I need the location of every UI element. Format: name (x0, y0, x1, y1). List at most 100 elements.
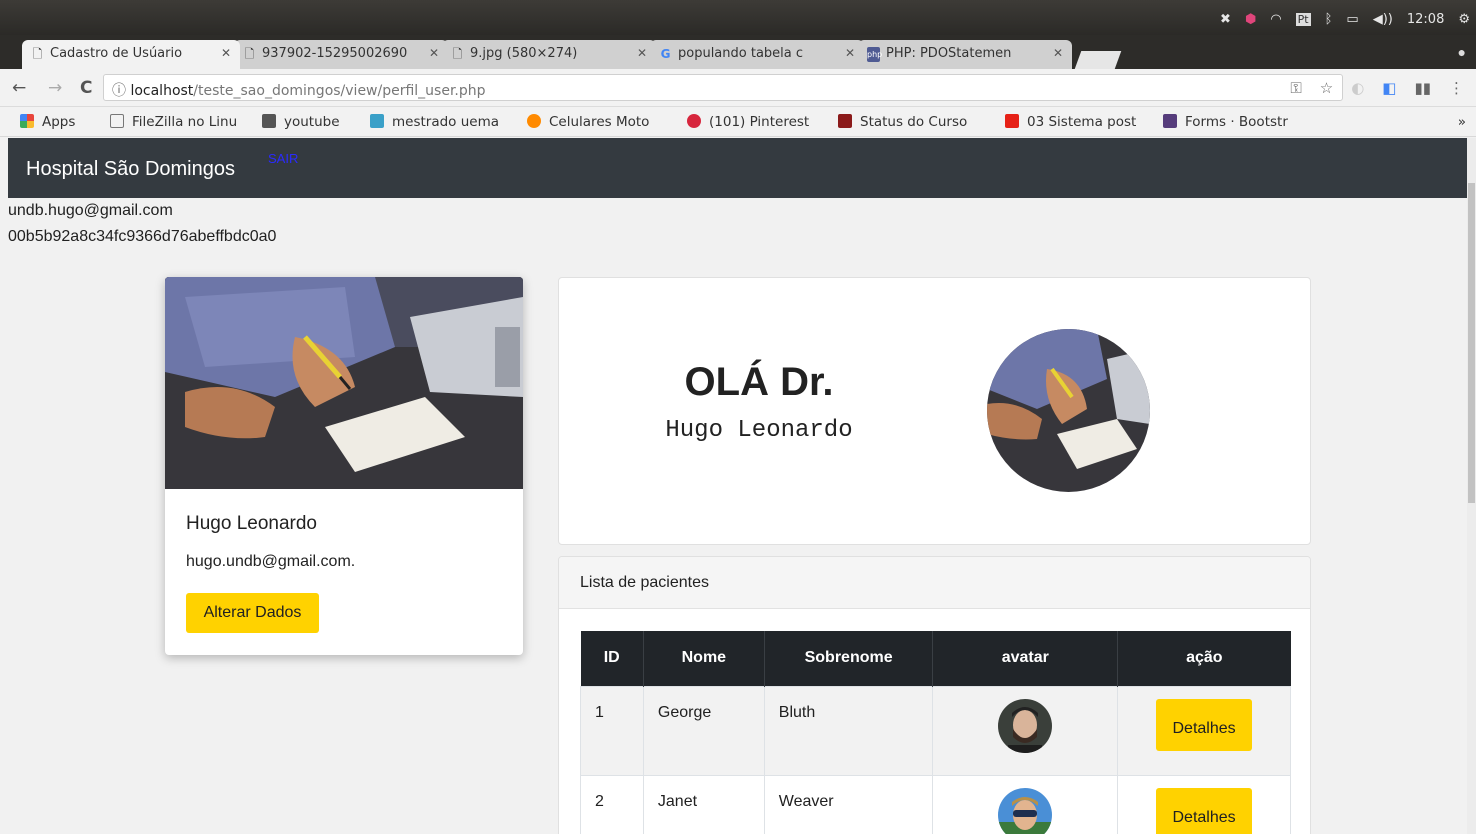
apps-grid-icon (20, 114, 34, 128)
patient-list-card: Lista de pacientes ID Nome Sobrenome ava… (558, 556, 1311, 834)
system-tray: ✖ ⬢ ◠ Pt ᛒ ▭ ◀)) 12:08 ⚙ (1220, 12, 1470, 27)
app-indicator-icon[interactable]: ⬢ (1245, 12, 1256, 27)
profile-email: hugo.undb@gmail.com. (186, 553, 356, 570)
tab-image-2[interactable]: 🗋 9.jpg (580×274) ✕ (442, 40, 656, 69)
bookmark-label: youtube (284, 114, 340, 130)
greeting-card: OLÁ Dr. Hugo Leonardo (558, 277, 1311, 545)
tab-title: PHP: PDOStatemen (886, 46, 1012, 61)
profile-cover-photo (165, 277, 523, 489)
page-scrollbar[interactable] (1467, 138, 1476, 834)
clock[interactable]: 12:08 (1407, 12, 1444, 27)
column-header-acao: ação (1117, 631, 1291, 686)
bookmark-label: Apps (42, 114, 76, 130)
column-header-sobrenome: Sobrenome (764, 631, 934, 686)
tab-title: 9.jpg (580×274) (470, 46, 578, 61)
details-button[interactable]: Detalhes (1156, 698, 1253, 751)
url-host: localhost (130, 83, 194, 99)
bookmark-sistema-post[interactable]: 03 Sistema post (1005, 114, 1136, 130)
celulares-icon (527, 114, 541, 128)
cell-nome: George (642, 685, 765, 776)
bookmark-label: mestrado uema (392, 114, 500, 130)
php-icon: php (867, 47, 882, 62)
reload-icon[interactable]: C (80, 78, 92, 98)
close-tab-icon[interactable]: ✕ (429, 46, 439, 60)
key-icon[interactable]: ⚿ (1290, 79, 1301, 97)
bookmark-label: 03 Sistema post (1027, 114, 1137, 130)
new-tab-button[interactable] (1074, 51, 1122, 69)
more-bookmarks-icon[interactable]: » (1458, 114, 1466, 130)
greeting-name: Hugo Leonardo (665, 417, 853, 444)
page-icon: 🗋 (452, 47, 463, 61)
cell-avatar (932, 685, 1119, 776)
session-hash: 00b5b92a8c34fc9366d76abeffbdc0a0 (8, 228, 277, 245)
wifi-icon[interactable]: ◠ (1270, 12, 1281, 27)
star-bookmark-icon[interactable]: ☆ (1320, 79, 1333, 97)
page-content: Hospital São Domingos SAIR undb.hugo@gma… (0, 138, 1467, 834)
tab-title: populando tabela c (678, 46, 804, 61)
tab-google-search[interactable]: G populando tabela c ✕ (650, 40, 864, 69)
cell-nome: Janet (642, 774, 765, 834)
bootstrap-icon (1163, 114, 1177, 128)
forward-arrow-icon[interactable]: → (48, 78, 62, 98)
patient-avatar (998, 787, 1053, 834)
bookmark-celulares[interactable]: Celulares Moto (527, 114, 649, 130)
browser-toolbar: ← → C ⓘ localhost/teste_sao_domingos/vie… (0, 69, 1476, 107)
bookmark-apps[interactable]: Apps (20, 114, 75, 130)
bookmark-bootstrap-forms[interactable]: Forms · Bootstr (1163, 114, 1288, 130)
page-icon: 🗋 (32, 47, 43, 61)
site-brand[interactable]: Hospital São Domingos (26, 158, 235, 181)
tab-image-1[interactable]: 🗋 937902-15295002690 ✕ (234, 40, 448, 69)
youtube-icon (1005, 114, 1019, 128)
volume-icon[interactable]: ◀)) (1373, 12, 1393, 27)
info-icon[interactable]: ⓘ (112, 83, 130, 99)
folder-icon (262, 114, 276, 128)
settings-gear-icon[interactable]: ⚙ (1458, 12, 1470, 27)
extension-icon[interactable]: ◐ (1351, 79, 1364, 97)
bookmark-filezilla[interactable]: FileZilla no Linu (110, 114, 237, 130)
site-navbar: Hospital São Domingos SAIR (8, 138, 1467, 198)
bookmark-label: Forms · Bootstr (1185, 114, 1288, 130)
translate-icon[interactable]: ◧ (1382, 79, 1396, 97)
close-tab-icon[interactable]: ✕ (221, 46, 231, 60)
details-button[interactable]: Detalhes (1156, 787, 1253, 834)
bookmark-label: Status do Curso (860, 114, 968, 130)
profile-name: Hugo Leonardo (186, 513, 317, 534)
column-header-id: ID (580, 631, 644, 686)
address-bar[interactable]: ⓘ localhost/teste_sao_domingos/view/perf… (103, 74, 1343, 101)
profile-card: Hugo Leonardo hugo.undb@gmail.com. Alter… (165, 277, 523, 655)
battery-icon[interactable]: ▭ (1346, 12, 1358, 27)
bookmark-pinterest[interactable]: (101) Pinterest (687, 114, 809, 130)
menu-kebab-icon[interactable]: ⋮ (1449, 79, 1464, 97)
page-icon (110, 114, 124, 128)
back-arrow-icon[interactable]: ← (12, 78, 26, 98)
tab-cadastro[interactable]: 🗋 Cadastro de Usúario ✕ (22, 40, 240, 69)
table-header-row: ID Nome Sobrenome avatar ação (580, 631, 1291, 686)
logout-link[interactable]: SAIR (268, 151, 298, 166)
keyboard-layout-icon[interactable]: Pt (1295, 13, 1311, 26)
bookmark-status-curso[interactable]: Status do Curso (838, 114, 967, 130)
column-header-avatar: avatar (932, 631, 1119, 686)
column-header-nome: Nome (643, 631, 765, 686)
close-tab-icon[interactable]: ✕ (1053, 46, 1063, 60)
scrollbar-thumb[interactable] (1468, 183, 1475, 503)
patient-avatar (998, 698, 1053, 753)
code-icon (838, 114, 852, 128)
extension-bars-icon[interactable]: ▮▮ (1414, 79, 1431, 97)
browser-profile-icon[interactable]: ● (1458, 44, 1466, 60)
profile-avatar (987, 329, 1150, 492)
url-path: /teste_sao_domingos/view/perfil_user.php (193, 83, 486, 99)
table-row: 2 Janet Weaver Detalhes (580, 774, 1291, 834)
bookmark-mestrado[interactable]: mestrado uema (370, 114, 499, 130)
tab-strip: 🗋 Cadastro de Usúario ✕ 🗋 937902-1529500… (0, 35, 1476, 69)
bookmark-label: (101) Pinterest (709, 114, 810, 130)
bluetooth-icon[interactable]: ᛒ (1325, 12, 1333, 27)
dropbox-icon[interactable]: ✖ (1220, 12, 1231, 27)
bookmark-youtube-folder[interactable]: youtube (262, 114, 340, 130)
page-icon: 🗋 (244, 47, 255, 61)
close-tab-icon[interactable]: ✕ (845, 46, 855, 60)
edit-profile-button[interactable]: Alterar Dados (186, 593, 319, 633)
tab-php-docs[interactable]: php PHP: PDOStatemen ✕ (858, 40, 1072, 69)
os-top-bar: ✖ ⬢ ◠ Pt ᛒ ▭ ◀)) 12:08 ⚙ (0, 0, 1476, 35)
close-tab-icon[interactable]: ✕ (637, 46, 647, 60)
cell-sobrenome: Bluth (763, 685, 934, 776)
